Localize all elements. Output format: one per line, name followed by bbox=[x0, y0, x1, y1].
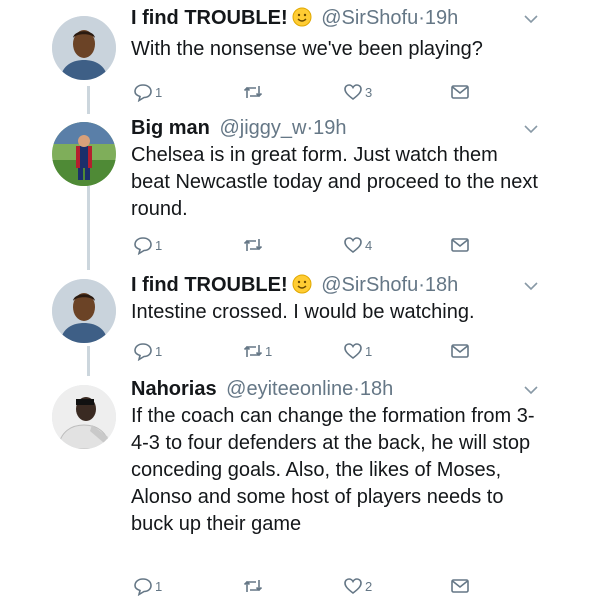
avatar-image bbox=[52, 279, 116, 343]
user-name[interactable]: Nahorias bbox=[131, 378, 217, 400]
reply-icon bbox=[134, 343, 152, 361]
tweet-text: Chelsea is in great form. Just watch the… bbox=[131, 144, 538, 220]
direct-message-button[interactable] bbox=[450, 340, 470, 362]
direct-message-icon bbox=[451, 579, 469, 593]
reply-icon bbox=[134, 578, 152, 596]
tweet-header: Nahorias @eyiteeonline·18h bbox=[131, 377, 540, 401]
reply-icon bbox=[134, 237, 152, 255]
retweet-button[interactable]: 1 bbox=[243, 340, 272, 362]
avatar-image bbox=[52, 385, 116, 449]
avatar-image bbox=[52, 122, 116, 186]
reply-button[interactable]: 1 bbox=[133, 575, 162, 597]
timestamp[interactable]: 18h bbox=[425, 274, 458, 296]
tweet-header: I find TROUBLE! @SirShofu·19h bbox=[131, 6, 540, 30]
user-handle[interactable]: @SirShofu bbox=[321, 274, 418, 296]
like-button[interactable]: 2 bbox=[343, 575, 372, 597]
direct-message-icon bbox=[451, 85, 469, 99]
reply-button[interactable]: 1 bbox=[133, 234, 162, 256]
like-icon bbox=[344, 237, 362, 254]
tweet-actions: 1 1 1 bbox=[0, 340, 600, 362]
avatar[interactable] bbox=[52, 122, 116, 186]
direct-message-button[interactable] bbox=[450, 81, 470, 103]
direct-message-button[interactable] bbox=[450, 575, 470, 597]
retweet-button[interactable] bbox=[243, 81, 265, 103]
user-handle[interactable]: @eyiteeonline bbox=[226, 378, 353, 400]
reply-count: 1 bbox=[155, 578, 163, 594]
reply-button[interactable]: 1 bbox=[133, 81, 162, 103]
tweet-header: I find TROUBLE! @SirShofu·18h bbox=[131, 273, 540, 297]
like-icon bbox=[344, 343, 362, 360]
tweet-actions: 1 4 bbox=[0, 234, 600, 256]
direct-message-icon bbox=[451, 344, 469, 358]
user-handle[interactable]: @SirShofu bbox=[321, 7, 418, 29]
tweet-actions: 1 3 bbox=[0, 81, 600, 103]
like-button[interactable]: 3 bbox=[343, 81, 372, 103]
avatar[interactable] bbox=[52, 279, 116, 343]
reply-count: 1 bbox=[155, 84, 163, 100]
like-icon bbox=[344, 578, 362, 595]
user-name[interactable]: I find TROUBLE! bbox=[131, 7, 288, 29]
timestamp[interactable]: 19h bbox=[313, 117, 346, 139]
like-icon bbox=[344, 84, 362, 101]
tweet-text: With the nonsense we've been playing? bbox=[131, 38, 483, 60]
like-count: 3 bbox=[365, 84, 373, 100]
timestamp[interactable]: 18h bbox=[360, 378, 393, 400]
chevron-down-icon[interactable] bbox=[524, 124, 538, 134]
tweet-text: Intestine crossed. I would be watching. bbox=[131, 301, 475, 323]
reply-count: 1 bbox=[155, 237, 163, 253]
avatar-image bbox=[52, 16, 116, 80]
user-handle[interactable]: @jiggy_w bbox=[219, 117, 306, 139]
direct-message-icon bbox=[451, 238, 469, 252]
like-count: 1 bbox=[365, 343, 373, 359]
tweet-text: If the coach can change the formation fr… bbox=[131, 405, 535, 535]
like-button[interactable]: 4 bbox=[343, 234, 372, 256]
retweet-count: 1 bbox=[265, 343, 273, 359]
separator-dot: · bbox=[353, 378, 360, 400]
direct-message-button[interactable] bbox=[450, 234, 470, 256]
retweet-icon bbox=[243, 580, 263, 592]
separator-dot: · bbox=[418, 274, 425, 296]
avatar[interactable] bbox=[52, 16, 116, 80]
retweet-button[interactable] bbox=[243, 234, 265, 256]
reply-count: 1 bbox=[155, 343, 163, 359]
tweet-actions: 1 2 bbox=[0, 575, 600, 597]
like-count: 4 bbox=[365, 237, 373, 253]
like-button[interactable]: 1 bbox=[343, 340, 372, 362]
user-name[interactable]: I find TROUBLE! bbox=[131, 274, 288, 296]
chevron-down-icon[interactable] bbox=[524, 281, 538, 291]
user-name[interactable]: Big man bbox=[131, 117, 210, 139]
retweet-icon bbox=[243, 239, 263, 251]
thread-line bbox=[87, 186, 90, 270]
separator-dot: · bbox=[418, 7, 425, 29]
retweet-icon bbox=[243, 345, 263, 357]
smiling-emoji-icon bbox=[292, 274, 312, 294]
chevron-down-icon[interactable] bbox=[524, 14, 538, 24]
reply-icon bbox=[134, 84, 152, 102]
reply-button[interactable]: 1 bbox=[133, 340, 162, 362]
avatar[interactable] bbox=[52, 385, 116, 449]
tweet-header: Big man @jiggy_w·19h bbox=[131, 116, 540, 140]
like-count: 2 bbox=[365, 578, 373, 594]
smiling-emoji-icon bbox=[292, 7, 312, 27]
retweet-button[interactable] bbox=[243, 575, 265, 597]
timestamp[interactable]: 19h bbox=[425, 7, 458, 29]
retweet-icon bbox=[243, 86, 263, 98]
chevron-down-icon[interactable] bbox=[524, 385, 538, 395]
